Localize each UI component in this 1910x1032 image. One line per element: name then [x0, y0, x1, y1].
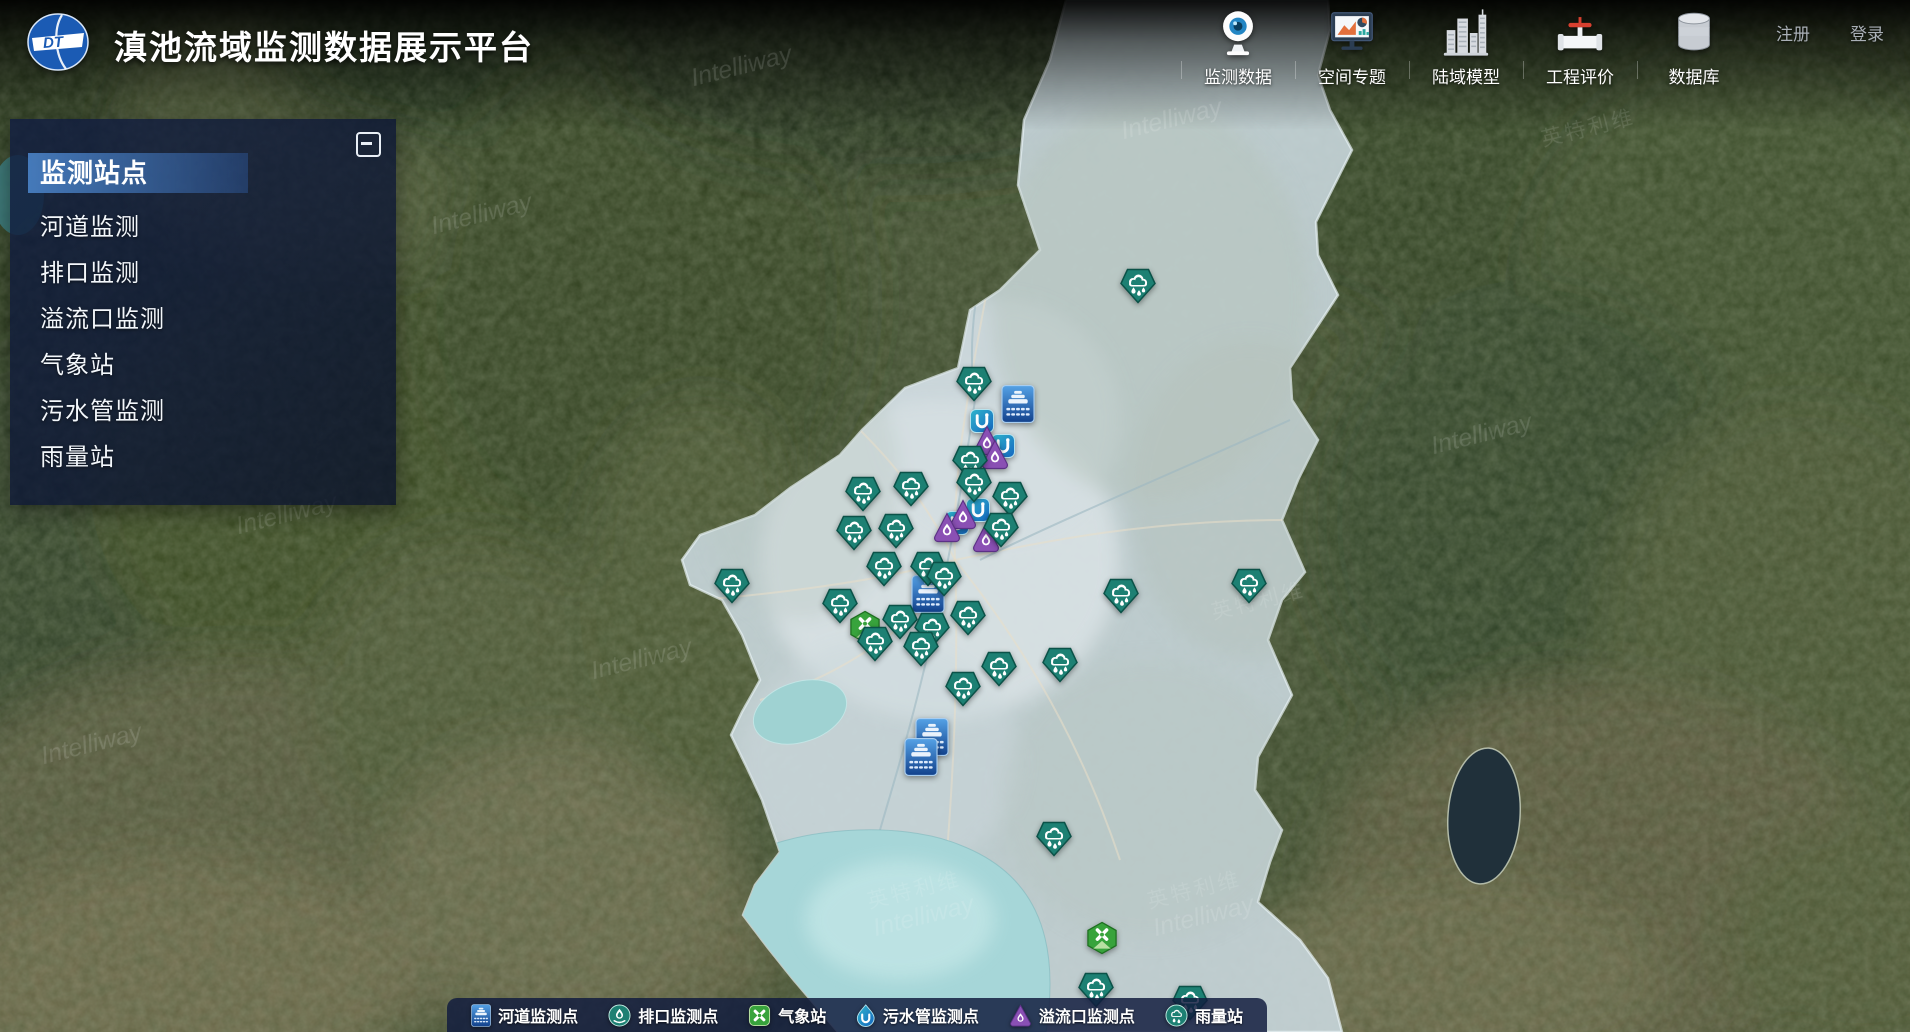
legend-item-river[interactable]: 河道监测点 [471, 1003, 578, 1027]
legend-item-sewage[interactable]: 污水管监测点 [856, 1003, 978, 1027]
legend-icon [1009, 1004, 1032, 1027]
monitoring-stations-panel: 监测站点 河道监测 排口监测 溢流口监测 气象站 污水管监测 雨量站 [10, 119, 396, 505]
top-nav: 监测数据 空间专题 [1181, 6, 1751, 88]
nav-item-engineering[interactable]: 工程评价 [1523, 6, 1637, 88]
map-marker-rain[interactable] [1231, 568, 1268, 604]
marker-icon [980, 674, 1017, 691]
legend-icon [471, 1004, 491, 1027]
marker-icon [1042, 670, 1079, 687]
legend-icon [748, 1004, 771, 1027]
sidebar-item[interactable]: 污水管监测 [40, 389, 396, 435]
panel-title[interactable]: 监测站点 [28, 153, 248, 193]
map-marker-rain[interactable] [980, 651, 1017, 687]
marker-icon [904, 764, 938, 781]
marker-icon [866, 574, 903, 591]
nav-item-monitor-data[interactable]: 监测数据 [1181, 6, 1295, 88]
nav-item-spatial[interactable]: 空间专题 [1295, 6, 1409, 88]
nav-label: 工程评价 [1546, 63, 1614, 88]
legend-label: 污水管监测点 [883, 1003, 979, 1027]
sidebar-item[interactable]: 气象站 [40, 343, 396, 389]
auth-links: 注册 登录 [1776, 20, 1884, 45]
marker-icon [944, 694, 981, 711]
map-marker-rain[interactable] [1036, 821, 1073, 857]
nav-item-database[interactable]: 数据库 [1637, 6, 1751, 88]
marker-icon [1103, 601, 1140, 618]
marker-icon [1001, 410, 1035, 427]
map-marker-river[interactable] [1001, 384, 1035, 423]
marker-icon [856, 649, 893, 666]
svg-text:DT: DT [42, 34, 65, 52]
nav-label: 数据库 [1669, 63, 1720, 88]
legend-item-weather[interactable]: 气象站 [748, 1003, 826, 1027]
marker-icon [713, 591, 750, 608]
legend-icon [856, 1004, 875, 1027]
nav-label: 空间专题 [1318, 63, 1386, 88]
map-marker-rain[interactable] [835, 515, 872, 551]
map-marker-overflow[interactable] [933, 511, 962, 543]
map-marker-rain[interactable] [1042, 647, 1079, 683]
legend-item-outlet[interactable]: 排口监测点 [608, 1003, 718, 1027]
marker-icon [1036, 844, 1073, 861]
panel-minimize-button[interactable] [356, 132, 381, 157]
marker-icon [933, 530, 962, 547]
sidebar-item[interactable]: 排口监测 [40, 251, 396, 297]
nav-label: 监测数据 [1204, 63, 1272, 88]
map-marker-rain[interactable] [950, 600, 987, 636]
map-marker-rain[interactable] [893, 471, 930, 507]
marker-icon [950, 623, 987, 640]
legend-label: 气象站 [778, 1003, 826, 1027]
map-marker-rain[interactable] [925, 561, 962, 597]
nav-icon [1439, 6, 1493, 60]
panel-list: 河道监测 排口监测 溢流口监测 气象站 污水管监测 雨量站 [40, 205, 396, 481]
legend-icon [1165, 1004, 1188, 1027]
page-title: 滇池流域监测数据展示平台 [114, 21, 534, 69]
legend-item-rain[interactable]: 雨量站 [1165, 1003, 1243, 1027]
map-marker-rain[interactable] [877, 513, 914, 549]
marker-icon [1120, 291, 1157, 308]
legend-label: 河道监测点 [498, 1003, 578, 1027]
legend-icon [608, 1004, 631, 1027]
legend-item-overflow[interactable]: 溢流口监测点 [1009, 1003, 1135, 1027]
marker-icon [1231, 591, 1268, 608]
nav-icon [1325, 6, 1379, 60]
nav-item-land-model[interactable]: 陆域模型 [1409, 6, 1523, 88]
marker-icon [956, 389, 993, 406]
map-marker-rain[interactable] [944, 671, 981, 707]
legend-label: 排口监测点 [638, 1003, 718, 1027]
marker-icon [956, 490, 993, 507]
marker-icon [982, 535, 1019, 552]
map-marker-rain[interactable] [866, 551, 903, 587]
legend-label: 溢流口监测点 [1039, 1003, 1135, 1027]
map-marker-rain[interactable] [822, 588, 859, 624]
marker-icon [925, 584, 962, 601]
legend-label: 雨量站 [1195, 1003, 1243, 1027]
register-link[interactable]: 注册 [1776, 20, 1810, 45]
map-marker-rain[interactable] [982, 512, 1019, 548]
nav-label: 陆域模型 [1432, 63, 1500, 88]
marker-icon [902, 654, 939, 671]
map-marker-rain[interactable] [845, 476, 882, 512]
sidebar-item[interactable]: 河道监测 [40, 205, 396, 251]
sidebar-item[interactable]: 溢流口监测 [40, 297, 396, 343]
map-marker-rain[interactable] [956, 467, 993, 503]
map-marker-rain[interactable] [956, 366, 993, 402]
nav-icon [1553, 6, 1607, 60]
nav-icon [1667, 6, 1721, 60]
nav-icon [1211, 6, 1265, 60]
map-marker-rain[interactable] [902, 631, 939, 667]
map-marker-rain[interactable] [856, 626, 893, 662]
map-legend: 河道监测点 排口监测点 气象站 污水管监测点 [447, 998, 1267, 1032]
map-marker-weather[interactable] [1086, 922, 1119, 955]
marker-icon [1086, 942, 1119, 959]
app-logo-icon: DT [26, 12, 90, 77]
brand: DT 滇池流域监测数据展示平台 [26, 12, 534, 77]
sidebar-item[interactable]: 雨量站 [40, 435, 396, 481]
map-marker-rain[interactable] [1120, 268, 1157, 304]
login-link[interactable]: 登录 [1850, 20, 1884, 45]
map-marker-rain[interactable] [1103, 578, 1140, 614]
marker-icon [822, 611, 859, 628]
map-marker-rain[interactable] [713, 568, 750, 604]
marker-icon [893, 494, 930, 511]
map-marker-river[interactable] [904, 738, 938, 777]
